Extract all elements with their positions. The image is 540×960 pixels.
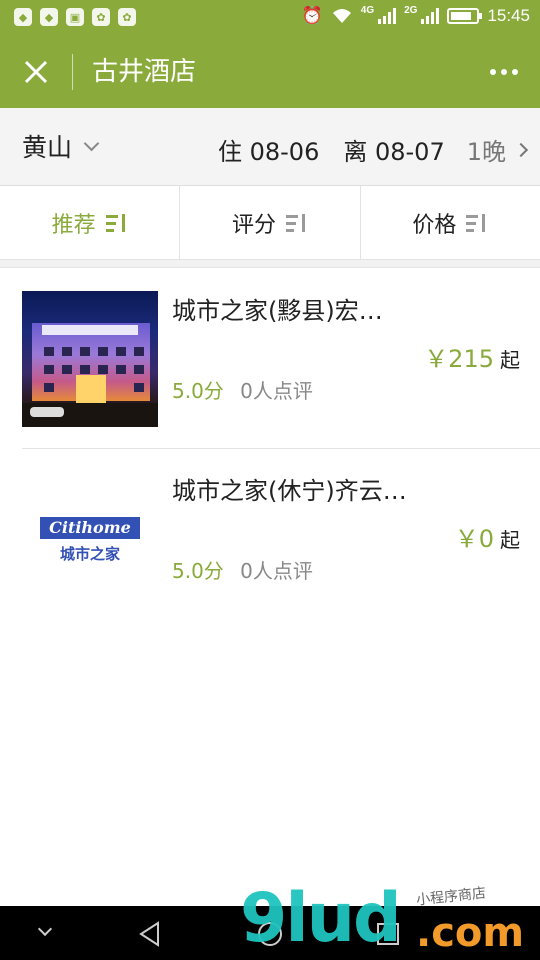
page-title: 古井酒店 [92, 57, 197, 87]
sort-icon [466, 212, 488, 234]
tab-price[interactable]: 价格 [361, 186, 540, 259]
tab-recommended[interactable]: 推荐 [0, 186, 181, 259]
price-value: ￥215 [424, 345, 494, 373]
title-divider [72, 54, 73, 90]
more-icon [490, 69, 496, 75]
rating-score: 5.0分 [172, 559, 224, 583]
shield-icon: ◆ [40, 8, 58, 26]
hotel-list-item[interactable]: Citihome 城市之家 城市之家(休宁)齐云… ￥0 起 5.0分 0人点评 [0, 449, 540, 629]
system-nav-bar [0, 906, 540, 960]
tab-label: 价格 [412, 212, 457, 238]
clock: 15:45 [487, 6, 530, 25]
hotel-price: ￥215 起 [424, 339, 520, 374]
home-icon [258, 922, 282, 946]
alarm-icon: ⏰ [301, 6, 323, 25]
shield-icon: ◆ [14, 8, 32, 26]
checkin-date: 住 08-06 [217, 138, 320, 166]
review-count: 0人点评 [240, 559, 313, 583]
network-2g-label: 2G [404, 4, 418, 16]
tab-label: 评分 [231, 212, 276, 238]
back-icon [139, 921, 159, 947]
more-icon-dot [512, 69, 518, 75]
recent-apps-icon [377, 923, 399, 945]
price-value: ￥0 [454, 525, 494, 553]
close-icon [24, 60, 48, 84]
chevron-right-icon [513, 142, 529, 157]
notification-icons: ◆ ◆ ▣ ✿ ✿ [14, 8, 136, 26]
battery-level [451, 12, 471, 20]
hotel-list-item[interactable]: 城市之家(黟县)宏… ￥215 起 5.0分 0人点评 [0, 269, 540, 449]
sort-tabs: 推荐 评分 价格 [0, 186, 540, 260]
back-button[interactable] [136, 920, 164, 948]
hotel-rating: 5.0分 0人点评 [172, 375, 313, 404]
sort-icon [286, 212, 308, 234]
home-button[interactable] [256, 920, 284, 948]
section-gap [0, 260, 540, 268]
sort-icon [105, 212, 128, 234]
tab-label: 推荐 [51, 212, 96, 238]
hotel-name: 城市之家(黟县)宏… [172, 297, 383, 325]
hide-nav-icon[interactable] [34, 920, 62, 948]
price-suffix: 起 [500, 348, 520, 372]
paw-icon: ✿ [92, 8, 110, 26]
city-selector[interactable]: 黄山 [22, 128, 100, 164]
rating-score: 5.0分 [172, 379, 224, 403]
battery-icon [447, 8, 483, 24]
paw-icon: ✿ [118, 8, 136, 26]
more-button[interactable] [484, 58, 524, 86]
network-4g-label: 4G [360, 4, 375, 16]
price-suffix: 起 [500, 528, 520, 552]
wifi-icon [332, 9, 351, 23]
hotel-rating: 5.0分 0人点评 [172, 555, 313, 584]
search-bar: 黄山 住 08-06 离 08-07 1晚 [0, 108, 540, 186]
city-label: 黄山 [22, 133, 73, 162]
tab-rating[interactable]: 评分 [180, 186, 361, 259]
status-bar: ◆ ◆ ▣ ✿ ✿ ⏰ 4G 2G 15:45 [0, 0, 540, 36]
nights-count: 1晚 [466, 138, 506, 166]
signal-icon [421, 8, 440, 24]
review-count: 0人点评 [240, 379, 313, 403]
checkout-date: 离 08-07 [343, 138, 445, 166]
gallery-icon: ▣ [66, 8, 84, 26]
more-icon-dot [501, 69, 507, 75]
hotel-name: 城市之家(休宁)齐云… [172, 477, 407, 505]
hotel-logo-subtitle: 城市之家 [59, 545, 120, 563]
title-bar: 古井酒店 [0, 36, 540, 108]
date-selector[interactable]: 住 08-06 离 08-07 1晚 [217, 132, 529, 167]
recent-apps-button[interactable] [374, 920, 402, 948]
chevron-down-icon [83, 135, 100, 151]
hotel-photo [22, 291, 158, 427]
close-button[interactable] [14, 50, 58, 94]
signal-icon [378, 8, 397, 24]
hotel-photo: Citihome 城市之家 [22, 471, 158, 607]
hotel-price: ￥0 起 [455, 519, 520, 554]
hotel-logo: Citihome [40, 517, 140, 539]
